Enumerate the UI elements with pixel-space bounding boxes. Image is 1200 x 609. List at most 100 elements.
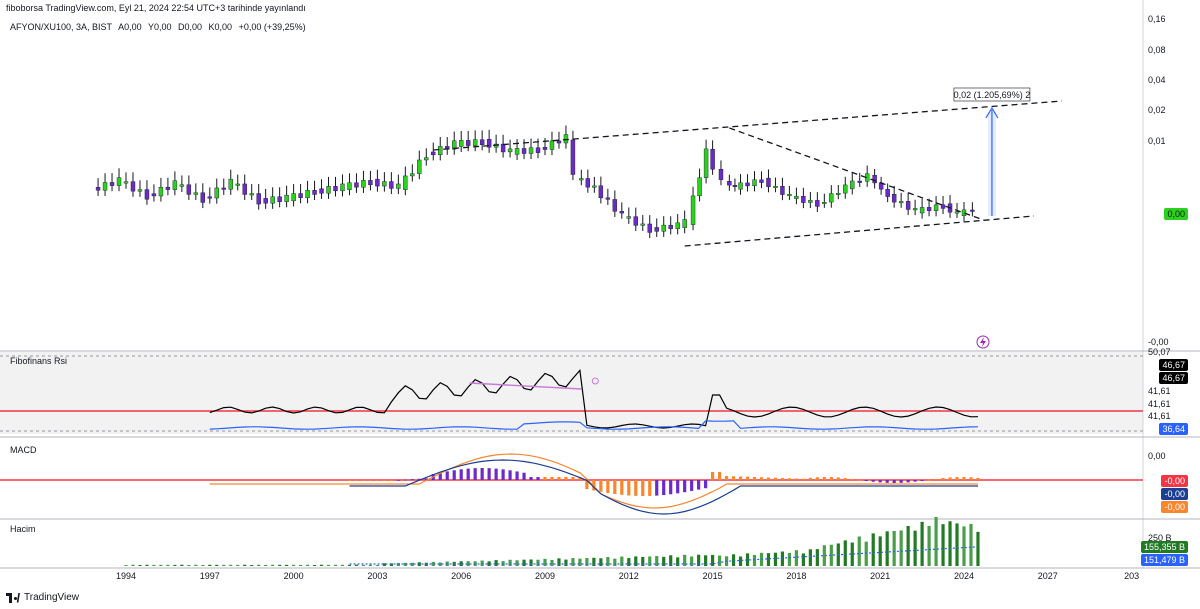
macd-histogram-bar [466,468,470,480]
volume-bar [138,564,142,566]
volume-bar [606,557,610,566]
volume-bar [159,564,163,566]
candle-body [857,180,862,183]
macd-histogram-bar [648,480,652,496]
candle-body [727,181,732,186]
macd-histogram-bar [410,479,414,481]
volume-bar [145,564,149,566]
macd-histogram-bar [480,468,484,480]
x-tick-label: 2012 [619,571,639,581]
candle-body [668,224,673,230]
candle-body [417,159,422,174]
candle-body [822,201,827,204]
macd-histogram-bar [613,480,617,494]
macd-histogram-bar [375,480,379,481]
candle-body [872,174,877,184]
macd-histogram-bar [704,480,708,489]
volume-bar [969,523,973,566]
macd-histogram-bar [473,468,477,480]
candle-body [794,195,799,199]
volume-bar [738,556,743,566]
volume-bar [326,564,331,566]
volume-bar [815,549,819,566]
volume-bar [557,558,561,566]
rsi-tick-label: 41,61 [1148,411,1171,421]
volume-bar [166,564,170,566]
candle-body [647,223,652,233]
ohlc-close: K0,00 [208,22,233,32]
candle-body [549,140,555,150]
price-tick-label: -0,00 [1148,337,1169,347]
x-tick-label: 2024 [954,571,974,581]
candle-body [579,178,584,181]
volume-bar [229,564,233,566]
macd-histogram-bar [731,476,736,480]
macd-histogram-bar [557,477,561,480]
volume-bar [662,556,666,566]
volume-bar [920,521,924,566]
volume-bar [585,558,589,566]
chart-canvas[interactable]: 1994 1997 2000 2003 2006 2009 2012 2015 2018 2021… [0,0,1200,609]
volume-bar [564,559,568,566]
volume-bar [941,524,945,566]
candle-body [926,207,932,211]
volume-bar [934,517,938,566]
candle-body [368,180,373,186]
last-price-badge: 0,00 [1164,208,1188,220]
published-note: fiboborsa TradingView.com, Eyl 21, 2024 … [6,3,306,13]
candle-body [333,186,338,192]
macd-histogram-bar [522,472,526,480]
candle-body [221,187,226,190]
volume-bar [878,536,882,566]
candle-body [640,223,645,226]
macd-histogram-bar [927,479,931,481]
macd-histogram-bar [857,479,861,481]
footer-brand: TradingView [24,592,80,603]
macd-histogram-bar [403,479,407,481]
volume-bar [319,564,324,566]
macd-histogram-bar [634,480,638,496]
macd-histogram-bar [724,476,729,480]
candle-body [347,182,352,190]
candle-body [130,181,136,192]
candle-body [298,193,303,198]
candle-body [459,140,464,147]
candle-body [137,189,143,192]
volume-bar [529,559,533,566]
candle-body [850,180,855,190]
candle-body [291,193,296,202]
candle-body [424,157,429,161]
macd-histogram-bar [368,480,373,481]
candle-body [732,185,738,187]
candle-body [556,140,562,144]
macd-histogram-bar [801,478,805,480]
tradingview-footer[interactable]: TradingView [6,592,79,603]
volume-bar [264,564,268,566]
candle-body [507,148,513,153]
x-tick-label: 2027 [1038,571,1058,581]
candle-body [214,187,219,199]
macd-histogram-bar [878,480,882,483]
candle-body [710,148,715,170]
macd-histogram-bar [913,480,917,482]
candle-body [403,175,408,190]
macd-histogram-bar [361,480,366,481]
candle-body [305,190,310,198]
macd-histogram-bar [920,480,924,481]
candle-body [438,146,443,156]
macd-histogram-bar [627,480,631,496]
volume-bar [340,564,345,566]
macd-histogram-bar [452,470,456,480]
volume-bar [717,555,722,566]
macd-histogram-bar [459,469,463,480]
volume-bar [515,560,519,566]
volume-bar [354,564,359,566]
candle-body [563,134,569,144]
candle-body [633,216,638,226]
volume-bar [131,564,135,566]
macd-histogram-bar [655,480,659,496]
rsi-tick-label: 50,07 [1148,347,1171,357]
macd-histogram-bar [515,471,519,480]
volume-bar [375,564,379,566]
volume-bar [208,564,212,566]
